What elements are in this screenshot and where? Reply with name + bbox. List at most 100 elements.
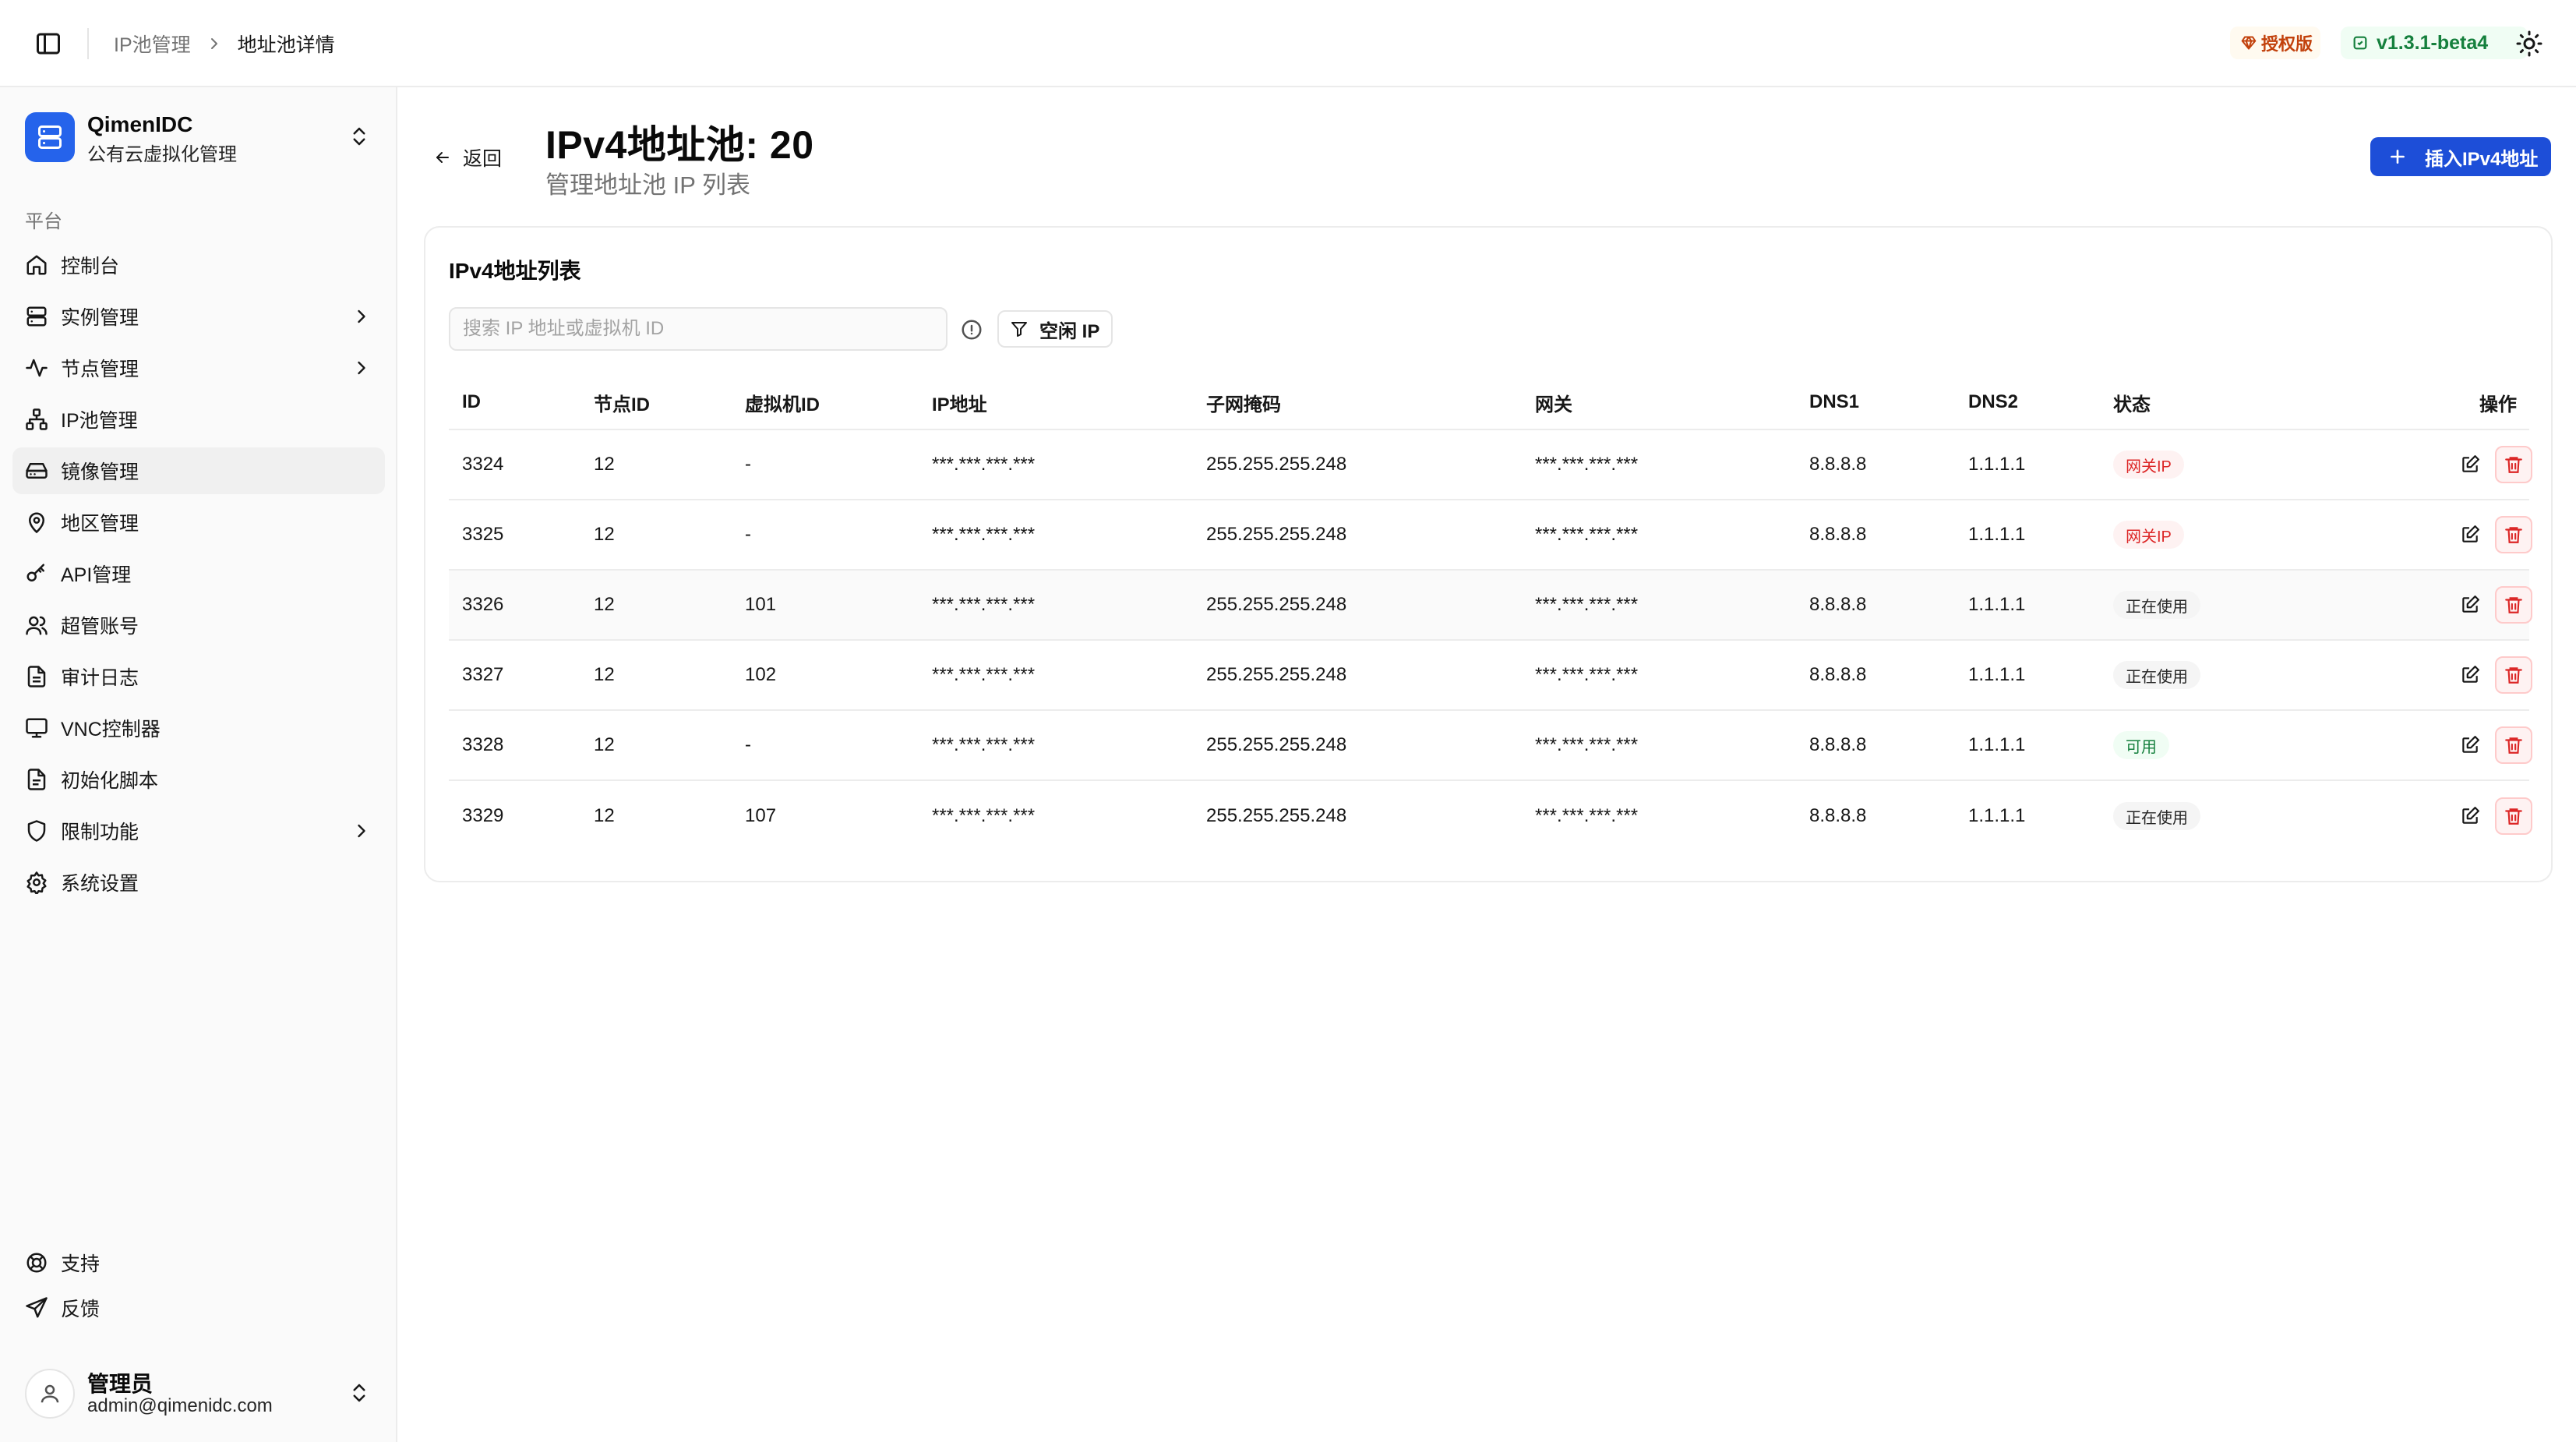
delete-button[interactable] [2495,586,2532,624]
delete-button[interactable] [2495,726,2532,764]
user-menu[interactable]: 管理员 admin@qimenidc.com [25,1362,376,1422]
table-row: 3326 12 101 ***.***.***.*** 255.255.255.… [449,571,2532,641]
sidebar-item-regions[interactable]: 地区管理 [12,499,385,546]
column-header-dns2: DNS2 [1968,391,2019,412]
edit-button[interactable] [2451,797,2489,835]
user-name: 管理员 [87,1372,154,1396]
edit-icon [2462,736,2479,753]
cell-dns2: 1.1.1.1 [1968,664,2026,685]
sidebar-item-api[interactable]: API管理 [12,550,385,597]
sidebar-item-support[interactable]: 支持 [12,1242,385,1283]
sidebar-item-settings[interactable]: 系统设置 [12,859,385,906]
info-icon[interactable] [960,318,983,341]
cell-id: 3329 [462,805,504,826]
cell-subnet-mask: 255.255.255.248 [1206,734,1347,755]
cell-subnet-mask: 255.255.255.248 [1206,664,1347,685]
delete-button[interactable] [2495,797,2532,835]
user-email: admin@qimenidc.com [87,1395,273,1416]
cell-status: 正在使用 [2113,641,2200,709]
sidebar-item-admins[interactable]: 超管账号 [12,602,385,649]
cell-status: 网关IP [2113,500,2184,569]
ipv4-list-card: IPv4地址列表 空闲 IP ID 节点ID 虚拟机ID IP地址 子网掩码 网… [424,226,2553,882]
cell-actions [2451,711,2532,779]
idle-ip-filter-button[interactable]: 空闲 IP [997,310,1113,348]
sidebar-item-nodes[interactable]: 节点管理 [12,345,385,391]
sidebar-item-init-scripts[interactable]: 初始化脚本 [12,756,385,803]
sidebar-toggle-icon[interactable] [34,30,62,58]
insert-ipv4-button[interactable]: 插入IPv4地址 [2370,137,2551,176]
sidebar-item-restrictions[interactable]: 限制功能 [12,808,385,854]
ipv4-table: ID 节点ID 虚拟机ID IP地址 子网掩码 网关 DNS1 DNS2 状态 … [449,376,2532,851]
cell-status: 正在使用 [2113,781,2200,851]
cell-ip: ***.***.***.*** [932,664,1036,685]
delete-button[interactable] [2495,656,2532,694]
cell-actions [2451,571,2532,639]
page-subtitle: 管理地址池 IP 列表 [545,171,750,199]
cell-id: 3327 [462,664,504,685]
sidebar-item-label: 反馈 [61,1299,101,1320]
cell-dns1: 8.8.8.8 [1809,664,1867,685]
life-buoy-icon [26,1253,47,1273]
sidebar-item-audit-log[interactable]: 审计日志 [12,653,385,700]
sidebar-item-instances[interactable]: 实例管理 [12,293,385,340]
sidebar: QimenIDC 公有云虚拟化管理 平台 控制台 实例管理 节点管理 IP池管理… [0,87,397,1442]
cell-node-id: 12 [594,805,615,826]
edit-button[interactable] [2451,446,2489,483]
nav-group-label: 平台 [25,211,62,232]
trash-icon [2505,808,2522,825]
edit-button[interactable] [2451,516,2489,553]
sidebar-item-label: 超管账号 [61,616,139,638]
hard-drive-icon [26,463,48,479]
cell-vm-id: - [745,734,751,755]
edit-button[interactable] [2451,656,2489,694]
chevrons-up-down-icon[interactable] [348,1381,371,1405]
delete-button[interactable] [2495,446,2532,483]
chevrons-up-down-icon[interactable] [348,125,371,148]
cell-gateway: ***.***.***.*** [1535,594,1639,615]
cell-gateway: ***.***.***.*** [1535,454,1639,475]
cell-subnet-mask: 255.255.255.248 [1206,805,1347,826]
breadcrumb-ip-pool-link[interactable]: IP池管理 [114,30,191,58]
breadcrumb: IP池管理 地址池详情 [114,30,335,58]
monitor-icon [26,718,48,738]
chevron-right-icon [358,309,365,323]
table-row: 3325 12 - ***.***.***.*** 255.255.255.24… [449,500,2532,571]
server-icon [26,306,47,327]
cell-id: 3328 [462,734,504,755]
cell-actions [2451,641,2532,709]
cell-dns2: 1.1.1.1 [1968,594,2026,615]
sidebar-item-images[interactable]: 镜像管理 [12,447,385,494]
cell-gateway: ***.***.***.*** [1535,664,1639,685]
cell-dns1: 8.8.8.8 [1809,524,1867,545]
back-button[interactable]: 返回 [433,140,502,175]
network-icon [26,408,48,430]
cell-subnet-mask: 255.255.255.248 [1206,594,1347,615]
sidebar-item-ip-pool[interactable]: IP池管理 [12,396,385,443]
delete-button[interactable] [2495,516,2532,553]
sidebar-item-label: 审计日志 [61,667,139,689]
header-divider [87,28,89,59]
sidebar-item-label: 控制台 [61,256,120,277]
sidebar-item-dashboard[interactable]: 控制台 [12,242,385,288]
status-badge: 正在使用 [2113,661,2200,689]
cell-vm-id: - [745,454,751,475]
back-label: 返回 [463,148,503,170]
cell-status: 可用 [2113,711,2169,779]
cell-id: 3326 [462,594,504,615]
cell-dns2: 1.1.1.1 [1968,524,2026,545]
cell-subnet-mask: 255.255.255.248 [1206,454,1347,475]
users-icon [26,616,48,635]
edit-button[interactable] [2451,726,2489,764]
sidebar-item-vnc[interactable]: VNC控制器 [12,705,385,751]
server-icon [38,125,62,149]
cell-id: 3324 [462,454,504,475]
sun-icon[interactable] [2515,30,2543,58]
plus-icon [2391,150,2405,164]
page-title: IPv4地址池: 20 [545,123,814,167]
edit-button[interactable] [2451,586,2489,624]
search-input[interactable] [449,307,947,351]
table-row: 3327 12 102 ***.***.***.*** 255.255.255.… [449,641,2532,711]
breadcrumb-current: 地址池详情 [237,34,335,56]
sidebar-item-feedback[interactable]: 反馈 [12,1288,385,1328]
status-badge: 网关IP [2113,521,2184,549]
